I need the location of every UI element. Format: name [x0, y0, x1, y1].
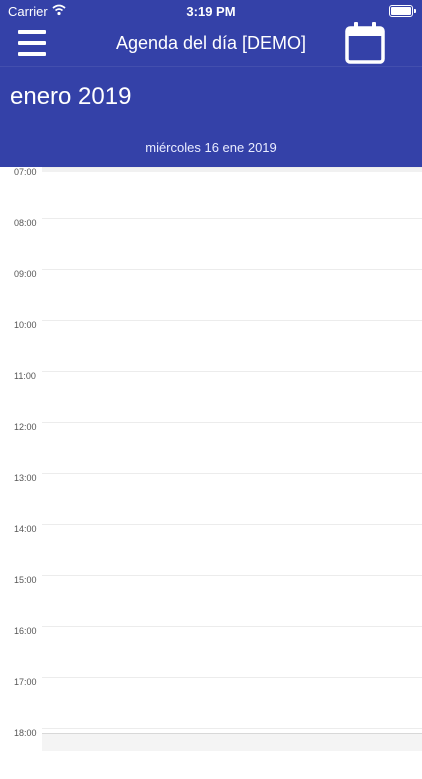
- hour-row[interactable]: 17:00: [0, 677, 422, 728]
- hour-row[interactable]: 13:00: [0, 473, 422, 524]
- hour-gridline: [42, 218, 422, 219]
- hour-label: 11:00: [14, 371, 36, 381]
- month-label: enero 2019: [10, 83, 132, 110]
- hour-row[interactable]: 15:00: [0, 575, 422, 626]
- hour-label: 15:00: [14, 575, 37, 585]
- hour-row[interactable]: 16:00: [0, 626, 422, 677]
- hour-label: 17:00: [14, 677, 37, 687]
- hour-label: 14:00: [14, 524, 37, 534]
- calendar-icon[interactable]: [344, 22, 386, 66]
- hour-row[interactable]: 09:00: [0, 269, 422, 320]
- hour-gridline: [42, 575, 422, 576]
- day-timeline[interactable]: 07:00 08:00 09:00 10:00 11:00 12:00 13:00 14:00…: [0, 167, 422, 750]
- hour-label: 16:00: [14, 626, 37, 636]
- clock: 3:19 PM: [186, 4, 236, 19]
- hour-gridline: [42, 269, 422, 270]
- timeline-bottom-bar: [42, 733, 422, 751]
- battery-icon: [389, 5, 416, 17]
- hour-label: 08:00: [14, 218, 37, 228]
- hour-label: 13:00: [14, 473, 37, 483]
- hour-label: 07:00: [14, 167, 37, 177]
- app-header: Carrier 3:19 PM Agenda del día [DEMO] en…: [0, 0, 422, 167]
- hour-gridline: [42, 677, 422, 678]
- hour-gridline: [42, 167, 422, 168]
- hour-gridline: [42, 728, 422, 729]
- hour-label: 12:00: [14, 422, 37, 432]
- hour-row[interactable]: 10:00: [0, 320, 422, 371]
- hour-gridline: [42, 473, 422, 474]
- selected-date[interactable]: miércoles 16 ene 2019: [0, 140, 422, 155]
- status-bar: Carrier 3:19 PM: [0, 0, 422, 22]
- hour-gridline: [42, 524, 422, 525]
- hour-gridline: [42, 626, 422, 627]
- hour-gridline: [42, 371, 422, 372]
- hour-row[interactable]: 12:00: [0, 422, 422, 473]
- hour-row[interactable]: 11:00: [0, 371, 422, 422]
- hour-row[interactable]: 08:00: [0, 218, 422, 269]
- hour-gridline: [42, 320, 422, 321]
- nav-bar: Agenda del día [DEMO]: [0, 22, 422, 67]
- hour-label: 18:00: [14, 728, 37, 738]
- hour-label: 09:00: [14, 269, 37, 279]
- hour-row[interactable]: 14:00: [0, 524, 422, 575]
- hour-row[interactable]: 07:00: [0, 167, 422, 218]
- hour-gridline: [42, 422, 422, 423]
- hour-label: 10:00: [14, 320, 37, 330]
